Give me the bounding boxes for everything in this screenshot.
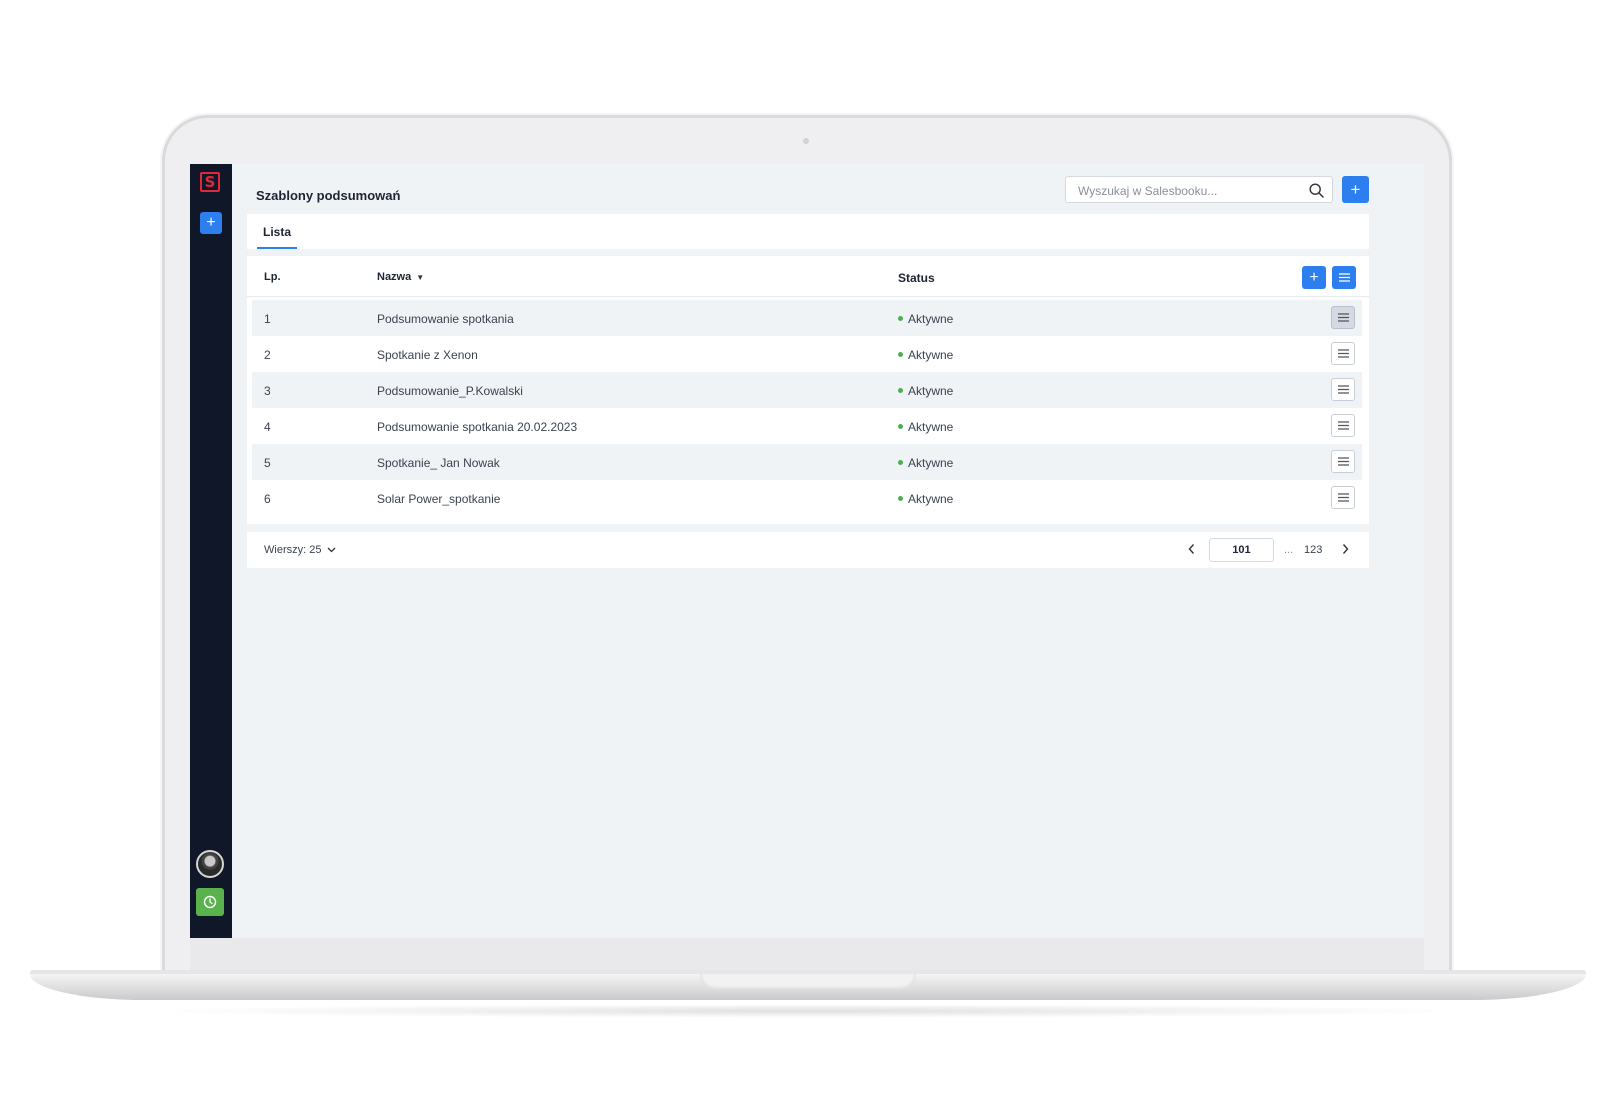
row-number: 5 [264, 456, 271, 470]
laptop-camera [803, 138, 809, 144]
current-page-input[interactable] [1209, 538, 1274, 562]
rows-per-page-select[interactable]: Wierszy: 25 [264, 544, 336, 556]
table-menu-button[interactable] [1332, 266, 1356, 289]
row-menu-button[interactable] [1331, 486, 1355, 509]
main-content: Szablony podsumowań + Lista Lp. Nazwa ▼ S… [232, 164, 1424, 938]
row-menu-button[interactable] [1331, 378, 1355, 401]
row-status-label: Aktywne [908, 492, 954, 506]
hamburger-icon [1338, 421, 1349, 430]
row-name[interactable]: Podsumowanie spotkania 20.02.2023 [377, 420, 577, 434]
row-status-label: Aktywne [908, 348, 954, 362]
column-header-status[interactable]: Status [898, 271, 935, 285]
laptop-notch [700, 974, 916, 990]
row-name[interactable]: Podsumowanie_P.Kowalski [377, 384, 523, 398]
row-name[interactable]: Podsumowanie spotkania [377, 312, 514, 326]
row-status-label: Aktywne [908, 312, 954, 326]
column-header-name-label: Nazwa [377, 271, 412, 283]
search-input[interactable] [1076, 182, 1300, 200]
app-screen: S + Szablony podsumowań + Lista Lp. Na [190, 164, 1424, 938]
row-menu-button[interactable] [1331, 306, 1355, 329]
global-add-button[interactable]: + [1342, 176, 1369, 203]
sidebar-add-button[interactable]: + [200, 212, 222, 234]
row-status: Aktywne [898, 456, 953, 470]
status-dot-icon [898, 460, 903, 466]
row-number: 2 [264, 348, 271, 362]
hamburger-icon [1338, 493, 1349, 502]
row-name[interactable]: Spotkanie_ Jan Nowak [377, 456, 500, 470]
last-page-link[interactable]: 123 [1304, 544, 1322, 556]
table-row[interactable]: 4 Podsumowanie spotkania 20.02.2023 Akty… [252, 408, 1362, 444]
hamburger-icon [1338, 313, 1349, 322]
row-number: 6 [264, 492, 271, 506]
table-row[interactable]: 2 Spotkanie z Xenon Aktywne [252, 336, 1362, 372]
add-template-button[interactable]: + [1302, 266, 1326, 289]
user-avatar[interactable] [196, 850, 224, 878]
row-number: 1 [264, 312, 271, 326]
sidebar: S + [190, 164, 232, 938]
table-row[interactable]: 5 Spotkanie_ Jan Nowak Aktywne [252, 444, 1362, 480]
status-dot-icon [898, 424, 903, 430]
hamburger-icon [1338, 349, 1349, 358]
table-row[interactable]: 6 Solar Power_spotkanie Aktywne [252, 480, 1362, 516]
status-dot-icon [898, 316, 903, 322]
laptop-shadow [140, 1004, 1476, 1018]
tabs-bar: Lista [247, 214, 1369, 249]
row-number: 3 [264, 384, 271, 398]
status-dot-icon [898, 352, 903, 358]
templates-table: Lp. Nazwa ▼ Status + 1 Podsumowanie spotk… [247, 256, 1369, 524]
salesbook-logo-icon[interactable]: S [200, 172, 220, 192]
chevron-left-icon[interactable] [1187, 543, 1196, 555]
table-row[interactable]: 1 Podsumowanie spotkania Aktywne [252, 300, 1362, 336]
row-name[interactable]: Solar Power_spotkanie [377, 492, 500, 506]
row-menu-button[interactable] [1331, 450, 1355, 473]
chevron-down-icon [328, 547, 336, 553]
status-dot-icon [898, 496, 903, 502]
row-menu-button[interactable] [1331, 342, 1355, 365]
row-menu-button[interactable] [1331, 414, 1355, 437]
laptop-chin [190, 938, 1424, 972]
status-dot-icon [898, 388, 903, 394]
pagination-bar: Wierszy: 25 ... 123 [247, 532, 1369, 568]
row-status-label: Aktywne [908, 420, 954, 434]
rows-per-page-label: Wierszy: 25 [264, 544, 322, 556]
column-header-lp[interactable]: Lp. [264, 271, 281, 283]
time-tracker-button[interactable] [196, 888, 224, 916]
hamburger-icon [1338, 385, 1349, 394]
row-status: Aktywne [898, 384, 953, 398]
table-header: Lp. Nazwa ▼ Status + [247, 256, 1369, 297]
row-status: Aktywne [898, 348, 953, 362]
row-status-label: Aktywne [908, 384, 954, 398]
column-header-name[interactable]: Nazwa ▼ [377, 271, 424, 283]
pagination-ellipsis: ... [1284, 544, 1294, 556]
row-status: Aktywne [898, 312, 953, 326]
row-number: 4 [264, 420, 271, 434]
row-name[interactable]: Spotkanie z Xenon [377, 348, 478, 362]
sort-down-icon[interactable]: ▼ [416, 273, 424, 282]
tab-lista[interactable]: Lista [257, 214, 298, 249]
clock-icon [203, 895, 217, 909]
search-icon[interactable] [1309, 183, 1324, 198]
row-status-label: Aktywne [908, 456, 954, 470]
chevron-right-icon[interactable] [1341, 543, 1350, 555]
hamburger-icon [1338, 457, 1349, 466]
row-status: Aktywne [898, 420, 953, 434]
hamburger-icon [1338, 273, 1350, 282]
row-status: Aktywne [898, 492, 953, 506]
search-box[interactable] [1065, 176, 1333, 203]
page-title: Szablony podsumowań [256, 188, 401, 203]
table-row[interactable]: 3 Podsumowanie_P.Kowalski Aktywne [252, 372, 1362, 408]
